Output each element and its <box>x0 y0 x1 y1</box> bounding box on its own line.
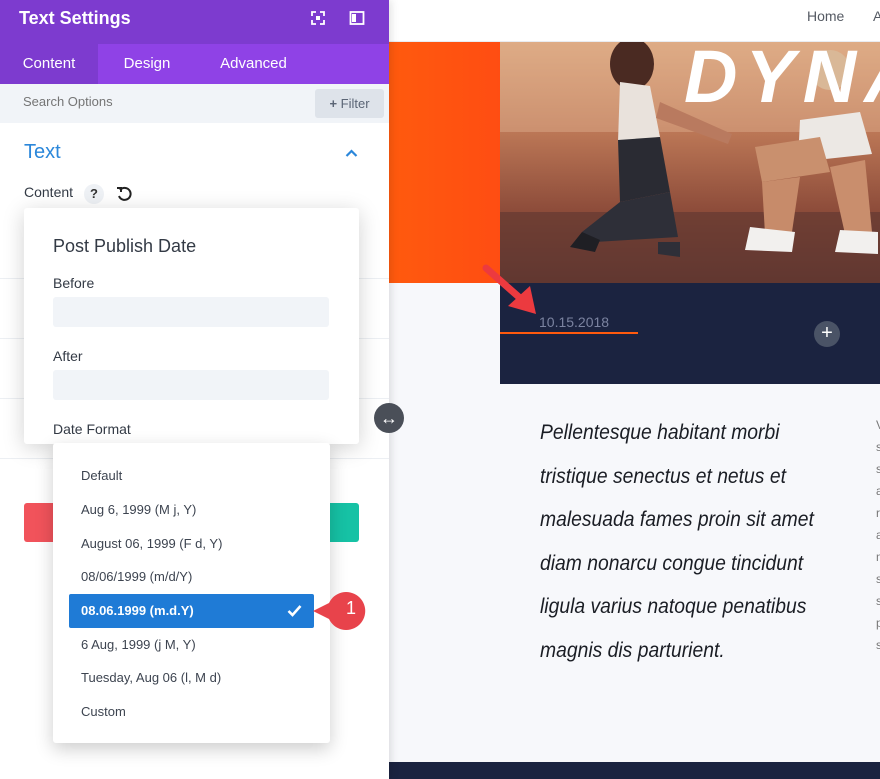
plus-icon: + <box>329 96 338 111</box>
top-navigation: Home A <box>389 0 880 42</box>
date-format-dropdown: Default Aug 6, 1999 (M j, Y) August 06, … <box>53 443 330 743</box>
tab-content[interactable]: Content <box>0 44 98 84</box>
nav-link-home[interactable]: Home <box>807 8 844 24</box>
content-field-label: Content <box>24 184 74 200</box>
clipped-letter: s <box>876 572 880 586</box>
red-arrow-icon <box>482 264 536 314</box>
clipped-letter: s <box>876 594 880 608</box>
reset-icon[interactable] <box>114 184 134 204</box>
callout-number: 1 <box>345 598 356 618</box>
clipped-letter: p <box>876 616 880 630</box>
tab-design[interactable]: Design <box>98 44 196 84</box>
help-icon[interactable]: ? <box>84 184 104 204</box>
search-options-input[interactable] <box>23 94 303 109</box>
tab-advanced[interactable]: Advanced <box>196 44 311 84</box>
option-f-d-y[interactable]: August 06, 1999 (F d, Y) <box>69 527 314 561</box>
modal-title: Post Publish Date <box>53 236 197 256</box>
body-quote: Pellentesque habitant morbi tristique se… <box>540 421 814 662</box>
panel-tabs: Content Design Advanced <box>0 44 389 84</box>
clipped-letter: s <box>876 462 880 476</box>
checkmark-icon <box>287 605 302 617</box>
clipped-letter: s <box>876 440 880 454</box>
nav-link-partial[interactable]: A <box>873 8 880 24</box>
screen: Home A DYN 10.15.2018 + Pellentesque hab… <box>0 0 880 779</box>
clipped-letter: V <box>876 414 880 436</box>
before-input[interactable] <box>53 297 329 327</box>
option-slash-format[interactable]: 08/06/1999 (m/d/Y) <box>69 560 314 594</box>
option-dot-format[interactable]: 08.06.1999 (m.d.Y) <box>69 594 314 628</box>
hero-image: DYNA <box>500 42 880 283</box>
clipped-column-text: V s s a r a m s s p s <box>876 414 880 656</box>
before-label: Before <box>53 275 95 291</box>
option-j-m-y[interactable]: 6 Aug, 1999 (j M, Y) <box>69 628 314 662</box>
expand-icon[interactable] <box>310 10 326 26</box>
search-bar: + Filter <box>0 84 389 123</box>
filter-button[interactable]: + Filter <box>315 89 384 118</box>
panel-title: Text Settings <box>19 8 131 28</box>
filter-label: Filter <box>340 96 370 111</box>
panel-header: Text Settings <box>0 0 389 44</box>
post-meta-band: 10.15.2018 + <box>500 283 880 384</box>
option-m-j-y[interactable]: Aug 6, 1999 (M j, Y) <box>69 493 314 527</box>
split-layout-icon[interactable] <box>349 10 365 26</box>
footer-band <box>389 762 880 779</box>
option-l-m-d[interactable]: Tuesday, Aug 06 (l, M d) <box>69 661 314 695</box>
clipped-letter: s <box>876 638 880 652</box>
clipped-letter: m <box>876 546 880 568</box>
option-custom[interactable]: Custom <box>69 695 314 729</box>
section-title-text[interactable]: Text <box>24 141 61 164</box>
after-input[interactable] <box>53 370 329 400</box>
date-underline <box>500 332 638 334</box>
orange-accent-block <box>389 42 500 283</box>
after-label: After <box>53 348 83 364</box>
post-date: 10.15.2018 <box>539 314 610 330</box>
option-default[interactable]: Default <box>69 459 314 493</box>
add-module-button[interactable]: + <box>814 321 840 347</box>
hero-title: DYNA <box>684 42 880 118</box>
clipped-letter: a <box>876 528 880 542</box>
panel-resize-handle[interactable]: ↔ <box>374 403 404 433</box>
clipped-letter: r <box>876 506 880 520</box>
option-label: 08.06.1999 (m.d.Y) <box>81 603 194 618</box>
dynamic-content-modal: Post Publish Date Before After Date Form… <box>24 208 359 444</box>
date-format-label: Date Format <box>53 421 131 437</box>
page-preview: Home A DYN 10.15.2018 + Pellentesque hab… <box>389 0 880 779</box>
clipped-letter: a <box>876 484 880 498</box>
chevron-up-icon[interactable] <box>345 148 358 158</box>
